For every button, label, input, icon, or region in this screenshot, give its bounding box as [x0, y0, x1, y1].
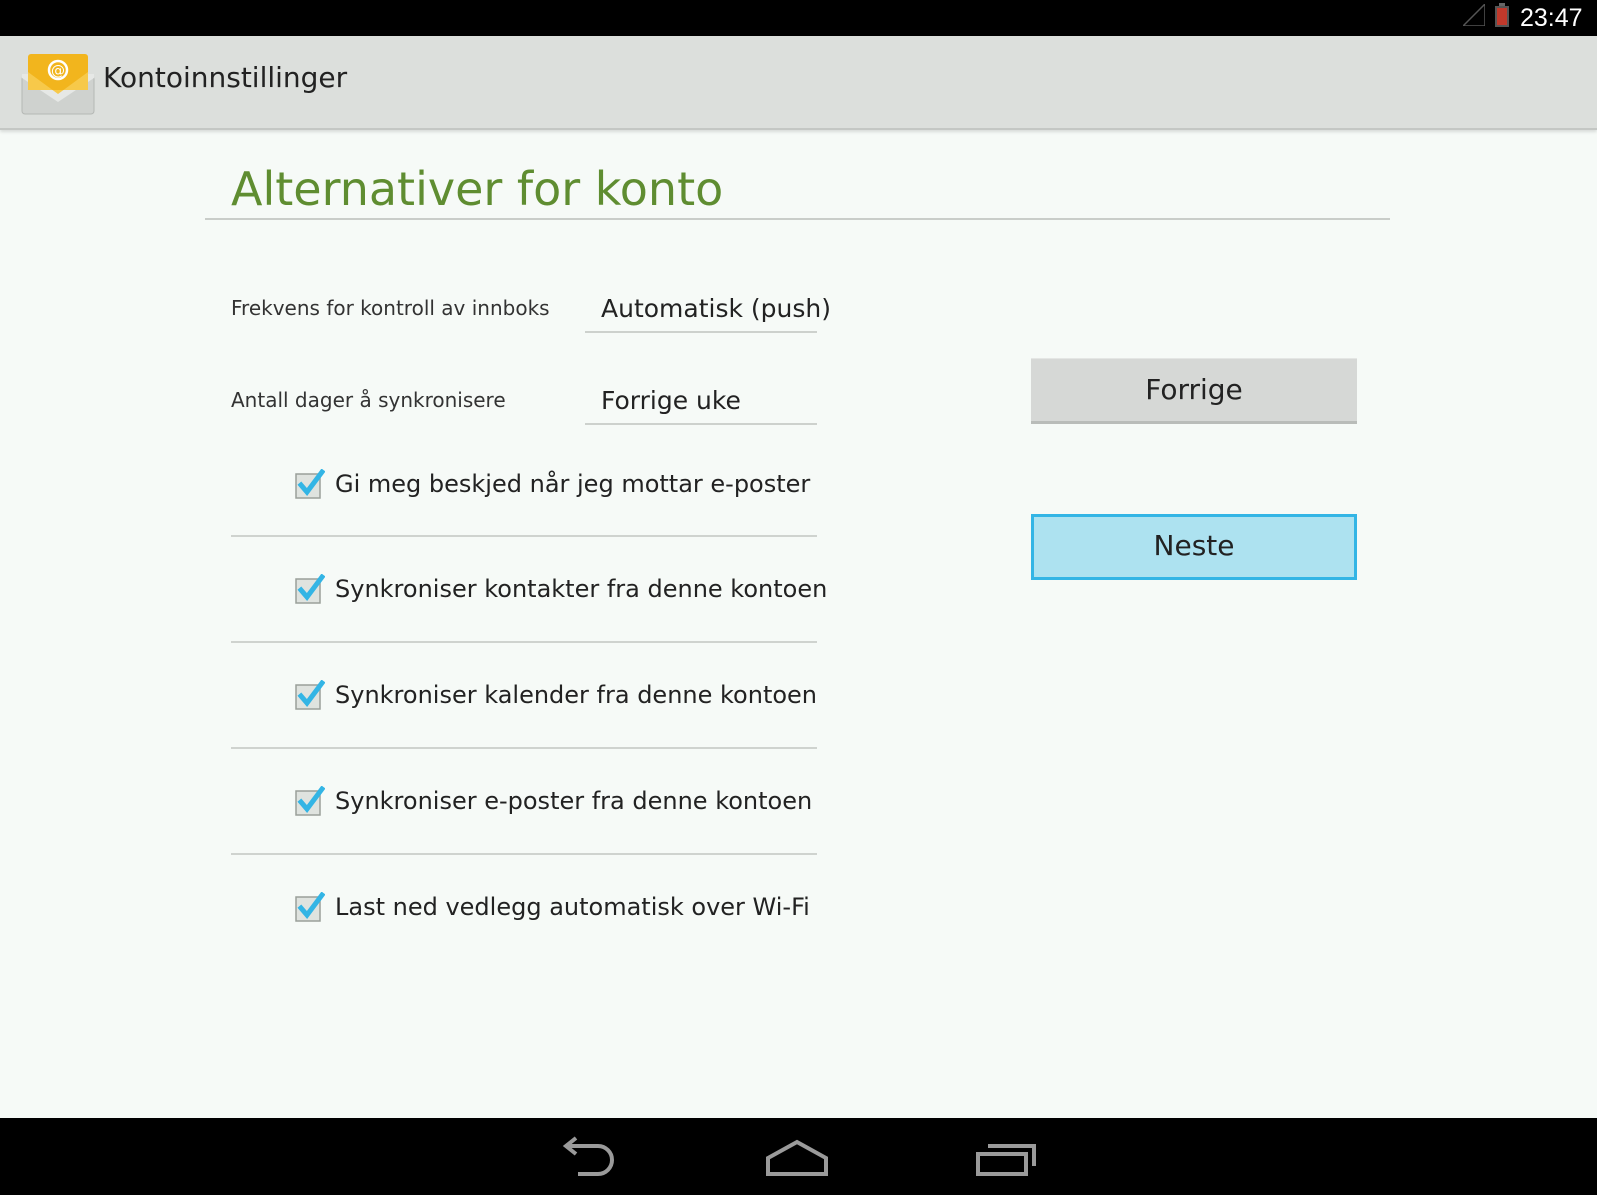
- clock: 23:47: [1520, 4, 1583, 32]
- svg-text:@: @: [51, 63, 65, 79]
- status-bar: 23:47: [0, 0, 1597, 36]
- sync-days-value: Forrige uke: [601, 386, 741, 415]
- checkbox-label-sync-email: Synkroniser e-poster fra denne kontoen: [335, 787, 813, 815]
- row-divider: [231, 641, 817, 643]
- checkbox-checked-icon[interactable]: [295, 892, 325, 922]
- action-bar: @ Kontoinnstillinger: [0, 36, 1597, 130]
- checkbox-label-notify: Gi meg beskjed når jeg mottar e-poster: [335, 470, 811, 498]
- frequency-spinner[interactable]: Automatisk (push): [585, 287, 831, 333]
- app-title: Kontoinnstillinger: [103, 61, 348, 94]
- checkbox-label-sync-calendar: Synkroniser kalender fra denne kontoen: [335, 681, 818, 709]
- sync-days-spinner[interactable]: Forrige uke: [585, 379, 817, 425]
- sync-days-label: Antall dager å synkronisere: [231, 388, 506, 412]
- home-icon[interactable]: [762, 1136, 832, 1178]
- frequency-value: Automatisk (push): [601, 294, 832, 323]
- checkbox-row-download-attachments[interactable]: Last ned vedlegg automatisk over Wi-Fi: [231, 856, 817, 960]
- checkbox-checked-icon[interactable]: [295, 574, 325, 604]
- frequency-label: Frekvens for kontroll av innboks: [231, 296, 550, 320]
- navigation-bar: [0, 1118, 1597, 1195]
- row-divider: [231, 747, 817, 749]
- checkbox-row-notify[interactable]: Gi meg beskjed når jeg mottar e-poster: [231, 432, 817, 536]
- recent-apps-icon[interactable]: [972, 1136, 1042, 1178]
- row-divider: [231, 853, 817, 855]
- signal-icon: [1463, 4, 1485, 26]
- checkbox-checked-icon[interactable]: [295, 786, 325, 816]
- row-divider: [231, 535, 817, 537]
- checkbox-row-sync-calendar[interactable]: Synkroniser kalender fra denne kontoen: [231, 644, 817, 748]
- battery-icon: [1495, 3, 1509, 27]
- back-icon[interactable]: [554, 1136, 624, 1178]
- heading-divider: [205, 218, 1390, 220]
- checkbox-checked-icon[interactable]: [295, 469, 325, 499]
- checkbox-checked-icon[interactable]: [295, 680, 325, 710]
- checkbox-label-sync-contacts: Synkroniser kontakter fra denne kontoen: [335, 575, 828, 603]
- checkbox-label-download-attachments: Last ned vedlegg automatisk over Wi-Fi: [335, 893, 810, 921]
- next-button[interactable]: Neste: [1031, 514, 1357, 580]
- previous-button[interactable]: Forrige: [1031, 358, 1357, 424]
- checkbox-row-sync-contacts[interactable]: Synkroniser kontakter fra denne kontoen: [231, 538, 827, 642]
- checkbox-row-sync-email[interactable]: Synkroniser e-poster fra denne kontoen: [231, 750, 817, 854]
- email-icon[interactable]: @: [20, 50, 96, 116]
- page-title: Alternativer for konto: [231, 162, 724, 216]
